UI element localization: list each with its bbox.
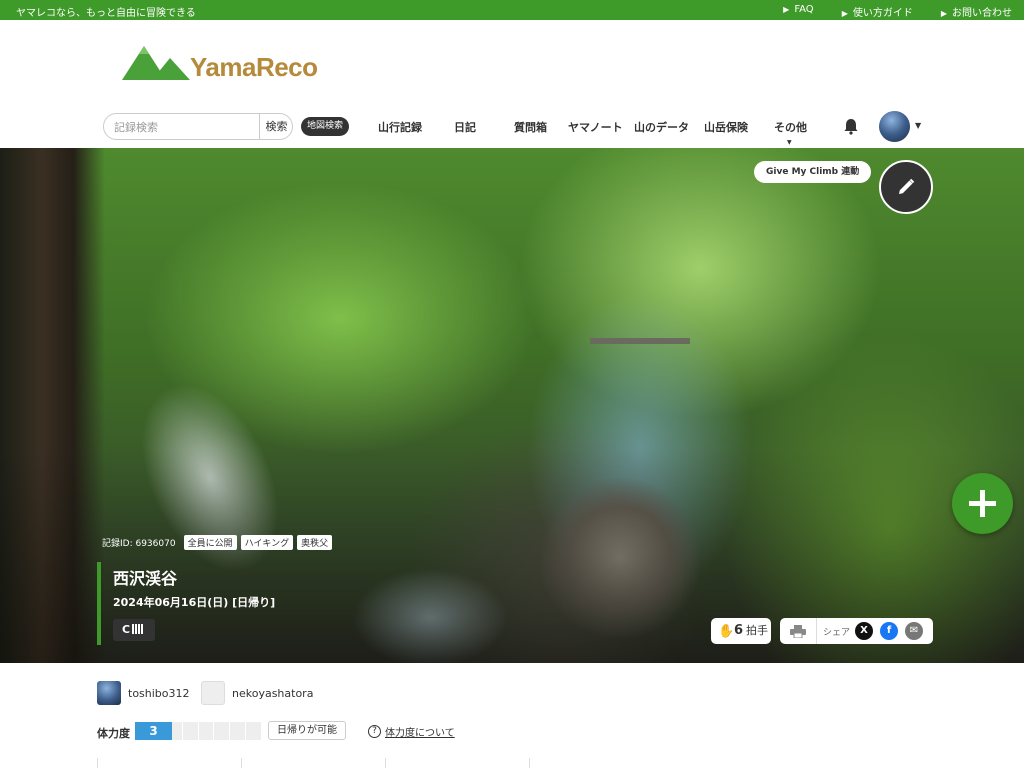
grade-bars-icon <box>132 624 145 634</box>
applause-count: 6 <box>734 623 744 638</box>
stamina-help-link[interactable]: ? 体力度について <box>368 724 455 739</box>
nav-mountain-data[interactable]: 山のデータ <box>634 119 689 135</box>
search-button[interactable]: 検索 <box>259 114 293 139</box>
record-title: 西沢渓谷 <box>113 569 178 588</box>
add-button[interactable] <box>952 473 1013 534</box>
chevron-right-icon: ▶ <box>783 5 790 14</box>
chevron-right-icon: ▶ <box>841 9 848 18</box>
applause-label: 拍手 <box>746 624 768 637</box>
stamina-label: 体力度 <box>97 727 130 740</box>
nav-diary[interactable]: 日記 <box>454 119 476 135</box>
record-date: 2024年06月16日(日) [日帰り] <box>113 596 276 609</box>
member-name: toshibo312 <box>128 686 190 700</box>
info-tabs <box>97 758 673 768</box>
caret-down-icon[interactable]: ▼ <box>915 121 921 130</box>
divider <box>816 618 817 644</box>
pencil-icon <box>899 178 915 194</box>
difficulty-badge: C <box>113 619 155 641</box>
stamina-tip: 日帰りが可能 <box>268 721 346 740</box>
tag-public: 全員に公開 <box>183 535 237 550</box>
contact-link[interactable]: ▶ お問い合わせ <box>941 4 1012 19</box>
question-icon: ? <box>368 725 381 738</box>
member-item[interactable]: nekoyashatora <box>201 681 313 705</box>
nav-questions[interactable]: 質問箱 <box>514 119 547 135</box>
top-links: ▶ FAQ ▶ 使い方ガイド ▶ お問い合わせ <box>783 4 1012 19</box>
member-avatar <box>97 681 121 705</box>
plus-icon <box>969 490 996 517</box>
nav-others[interactable]: その他 <box>774 119 807 135</box>
tag-hiking[interactable]: ハイキング <box>240 535 294 550</box>
chevron-right-icon: ▶ <box>940 9 947 18</box>
nav-records[interactable]: 山行記録 <box>378 119 422 135</box>
share-label: シェア <box>823 628 851 638</box>
mountain-logo-icon <box>122 46 190 80</box>
search-input[interactable] <box>114 118 254 136</box>
map-search-button[interactable]: 地図検索 <box>301 117 349 136</box>
clap-hand-icon: ✋ <box>718 624 735 639</box>
share-box: シェア X f ✉ <box>780 618 933 644</box>
nav-yamanote[interactable]: ヤマノート <box>568 119 623 135</box>
top-bar: ヤマレコなら、もっと自由に冒険できる ▶ FAQ ▶ 使い方ガイド ▶ お問い合わせ <box>0 0 1024 20</box>
guide-link[interactable]: ▶ 使い方ガイド <box>842 4 913 19</box>
title-accent-bar <box>97 562 101 645</box>
printer-icon[interactable] <box>790 625 806 638</box>
member-name: nekoyashatora <box>232 686 314 700</box>
edit-button[interactable] <box>879 160 933 214</box>
caret-down-icon: ▼ <box>787 139 792 146</box>
facebook-share-icon[interactable]: f <box>880 622 898 640</box>
give-my-climb-badge[interactable]: Give My Climb 連動 <box>754 161 872 183</box>
user-avatar[interactable] <box>879 111 910 142</box>
yamareco-logo[interactable]: YamaReco <box>122 44 322 84</box>
record-search: 検索 <box>103 113 293 140</box>
record-id: 記録ID: 6936070 <box>102 539 176 549</box>
member-item[interactable]: toshibo312 <box>97 681 190 705</box>
faq-link[interactable]: ▶ FAQ <box>783 4 814 19</box>
stamina-meter: 3 <box>135 722 261 740</box>
bell-icon[interactable] <box>842 117 860 135</box>
stamina-value: 3 <box>135 722 172 740</box>
logo-wordmark: YamaReco <box>190 52 318 82</box>
nav-insurance[interactable]: 山岳保険 <box>704 119 748 135</box>
x-share-icon[interactable]: X <box>855 622 873 640</box>
tag-area[interactable]: 奥秩父 <box>297 535 333 550</box>
member-avatar <box>201 681 225 705</box>
tagline: ヤマレコなら、もっと自由に冒険できる <box>16 8 196 19</box>
record-meta: 記録ID: 6936070 全員に公開 ハイキング 奥秩父 <box>102 535 333 550</box>
applause-button[interactable]: ✋ 6 拍手 <box>711 618 771 644</box>
bridge <box>590 338 690 344</box>
mail-share-icon[interactable]: ✉ <box>905 622 923 640</box>
